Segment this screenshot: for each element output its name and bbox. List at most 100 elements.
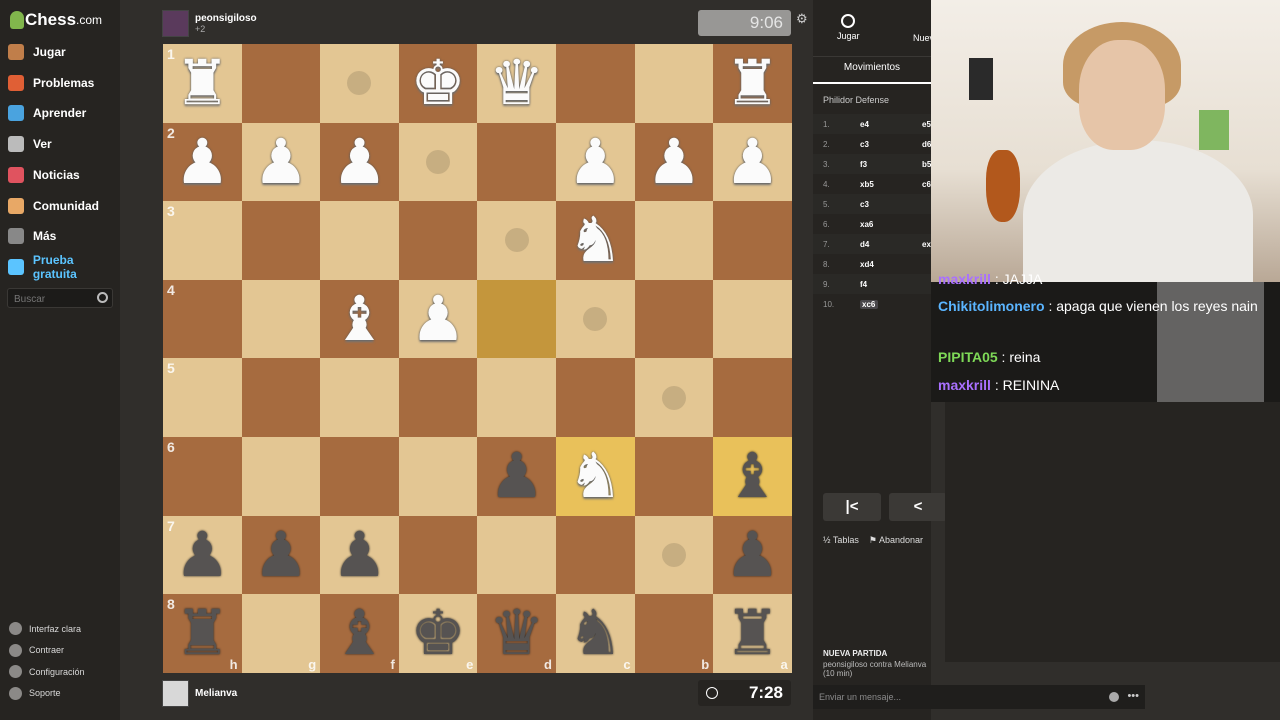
board-square[interactable]	[398, 358, 478, 437]
board-square[interactable]	[634, 201, 714, 280]
white-move[interactable]: xc6	[860, 299, 878, 309]
board-square[interactable]: ♟	[320, 122, 399, 202]
white-move[interactable]: e4	[860, 120, 922, 129]
legal-move-dot[interactable]	[583, 307, 608, 332]
board-square[interactable]: 8 h ♜	[163, 594, 242, 673]
board-square[interactable]	[634, 436, 714, 516]
black-king-icon[interactable]: ♚	[410, 602, 466, 664]
white-queen-icon[interactable]: ♛	[489, 52, 545, 114]
draw-button[interactable]: ½ Tablas	[823, 535, 859, 546]
board-square[interactable]	[398, 122, 478, 202]
board-square[interactable]	[634, 279, 714, 359]
board-square[interactable]	[555, 44, 635, 123]
white-knight-icon[interactable]: ♞	[567, 209, 623, 271]
board-square[interactable]: 2 ♟	[163, 122, 242, 202]
board-square[interactable]	[477, 122, 556, 202]
board-square[interactable]	[634, 44, 714, 123]
player-name-bottom[interactable]: Melianva	[195, 688, 237, 699]
message-input[interactable]: Enviar un mensaje... •••	[813, 685, 1145, 709]
board-square[interactable]	[241, 201, 321, 280]
board-square[interactable]: ♟	[241, 122, 321, 202]
sidebar-item-comunidad[interactable]: Comunidad	[8, 194, 99, 218]
board-square[interactable]	[241, 436, 321, 516]
board-square[interactable]: ♟	[477, 436, 556, 516]
sidebar-item-problemas[interactable]: Problemas	[8, 71, 94, 95]
board-square[interactable]	[477, 279, 556, 359]
board-square[interactable]: ♝	[713, 436, 792, 516]
board-square[interactable]	[398, 515, 478, 595]
board-square[interactable]: ♚	[398, 44, 478, 123]
black-rook-icon[interactable]: ♜	[175, 602, 231, 664]
sidebar-item-aprender[interactable]: Aprender	[8, 101, 86, 125]
board-square[interactable]: ♟	[241, 515, 321, 595]
black-pawn-icon[interactable]: ♟	[253, 523, 309, 586]
black-rook-icon[interactable]: ♜	[725, 602, 781, 664]
board-square[interactable]	[713, 279, 792, 359]
board-square[interactable]: e ♚	[398, 594, 478, 673]
board-square[interactable]: 6	[163, 436, 242, 516]
board-square[interactable]: 7 ♟	[163, 515, 242, 595]
board-square[interactable]: 3	[163, 201, 242, 280]
gear-icon[interactable]: ⚙	[796, 11, 808, 27]
board-square[interactable]	[241, 358, 321, 437]
board-square[interactable]	[320, 201, 399, 280]
black-pawn-icon[interactable]: ♟	[489, 445, 545, 507]
board-square[interactable]	[320, 44, 399, 123]
board-square[interactable]: f ♝	[320, 594, 399, 673]
board-square[interactable]	[634, 358, 714, 437]
black-bishop-icon[interactable]: ♝	[725, 445, 781, 507]
white-pawn-icon[interactable]: ♟	[567, 130, 623, 193]
board-square[interactable]: 4	[163, 279, 242, 359]
board-square[interactable]: ♟	[555, 122, 635, 202]
board-square[interactable]: g	[241, 594, 321, 673]
board-square[interactable]: d ♛	[477, 594, 556, 673]
white-move[interactable]: c3	[860, 140, 922, 149]
board-square[interactable]	[320, 436, 399, 516]
board-square[interactable]	[713, 201, 792, 280]
board-square[interactable]: a ♜	[713, 594, 792, 673]
white-move[interactable]: f3	[860, 160, 922, 169]
legal-move-dot[interactable]	[426, 149, 451, 174]
board-square[interactable]: c ♞	[555, 594, 635, 673]
board-square[interactable]	[555, 358, 635, 437]
player-name-top[interactable]: peonsigiloso	[195, 13, 257, 24]
white-move[interactable]: c3	[860, 200, 922, 209]
board-square[interactable]	[398, 201, 478, 280]
board-square[interactable]	[634, 515, 714, 595]
chat-username[interactable]: maxkrill	[938, 271, 991, 287]
white-bishop-icon[interactable]: ♝	[332, 288, 388, 350]
board-square[interactable]: ♟	[320, 515, 399, 595]
black-pawn-icon[interactable]: ♟	[332, 523, 388, 586]
board-square[interactable]: ♛	[477, 44, 556, 123]
white-pawn-icon[interactable]: ♟	[410, 288, 466, 350]
black-move[interactable]: c6	[922, 180, 931, 189]
sidebar-bottom-soporte[interactable]: Soporte	[9, 686, 61, 700]
board-square[interactable]: ♟	[713, 515, 792, 595]
board-square[interactable]: ♟	[713, 122, 792, 202]
board-square[interactable]: ♜	[713, 44, 792, 123]
sidebar-item-ver[interactable]: Ver	[8, 132, 52, 156]
board-square[interactable]: ♟	[398, 279, 478, 359]
board-square[interactable]: ♝	[320, 279, 399, 359]
avatar[interactable]	[162, 10, 189, 37]
tab-moves[interactable]: Movimientos	[813, 56, 931, 84]
first-move-button[interactable]: |<	[823, 493, 881, 521]
emoji-icon[interactable]	[1109, 692, 1119, 702]
board-square[interactable]: b	[634, 594, 714, 673]
white-king-icon[interactable]: ♚	[410, 52, 466, 114]
sidebar-item-noticias[interactable]: Noticias	[8, 163, 80, 187]
sidebar-item-más[interactable]: Más	[8, 224, 56, 248]
legal-move-dot[interactable]	[661, 542, 686, 567]
board-square[interactable]	[398, 436, 478, 516]
white-pawn-icon[interactable]: ♟	[175, 130, 231, 193]
sidebar-bottom-contraer[interactable]: Contraer	[9, 643, 64, 657]
white-move[interactable]: f4	[860, 280, 922, 289]
legal-move-dot[interactable]	[347, 71, 372, 96]
white-move[interactable]: d4	[860, 240, 922, 249]
black-move[interactable]: e5	[922, 120, 931, 129]
board-square[interactable]: ♞	[555, 201, 635, 280]
white-rook-icon[interactable]: ♜	[175, 52, 231, 114]
black-pawn-icon[interactable]: ♟	[725, 523, 781, 586]
board-square[interactable]	[477, 515, 556, 595]
sidebar-item-jugar[interactable]: Jugar	[8, 40, 66, 64]
